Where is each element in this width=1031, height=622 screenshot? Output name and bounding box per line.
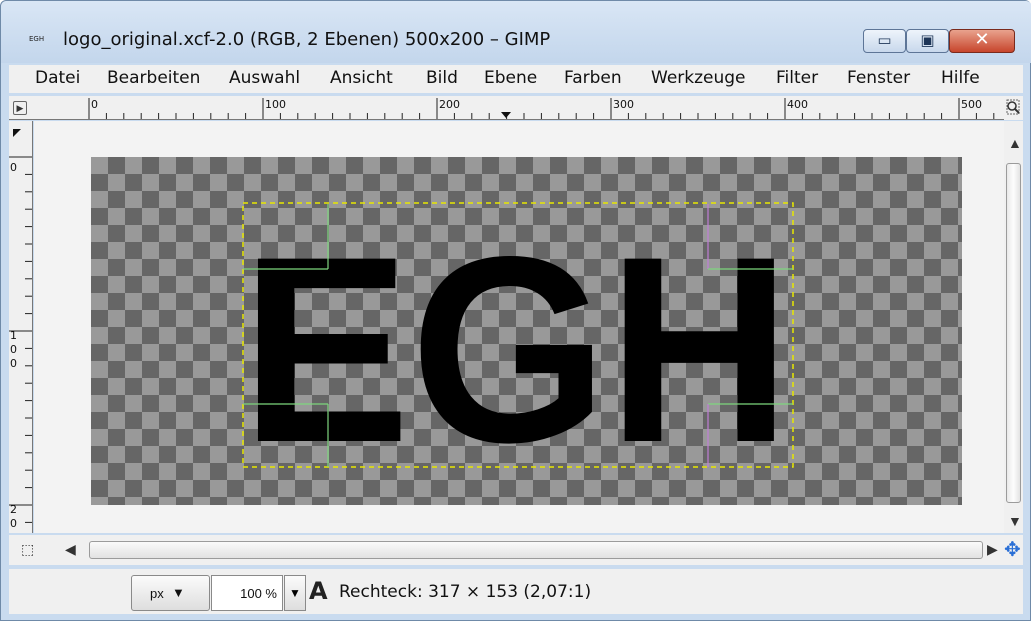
gimp-window: EGH logo_original.xcf-2.0 (RGB, 2 Ebenen… xyxy=(0,0,1031,621)
vertical-scrollbar[interactable]: ▲ ▼ xyxy=(1004,121,1023,533)
cross-arrows-icon[interactable]: ✥ xyxy=(1004,537,1021,562)
horizontal-scrollbar[interactable] xyxy=(89,541,983,559)
unit-value: px xyxy=(150,586,164,601)
horizontal-scroll-row: ⬚ ◀ ▶ ✥ xyxy=(9,535,1023,565)
scroll-up-icon[interactable]: ▲ xyxy=(1008,135,1022,151)
status-message: Rechteck: 317 × 153 (2,07:1) xyxy=(339,582,592,602)
zoom-dropdown-button[interactable]: ▼ xyxy=(284,575,306,611)
image-content: EGH xyxy=(241,202,794,498)
status-bar: px ▼ 100 % ▼ A Rechteck: 317 × 153 (2,07… xyxy=(9,569,1023,614)
vertical-scroll-thumb[interactable] xyxy=(1006,163,1021,503)
horizontal-scroll-thumb[interactable] xyxy=(89,541,983,559)
chevron-down-icon: ▼ xyxy=(172,585,185,600)
text-tool-icon: A xyxy=(309,577,328,605)
zoom-field[interactable]: 100 % xyxy=(211,575,283,611)
scroll-right-icon[interactable]: ▶ xyxy=(987,541,998,558)
scroll-down-icon[interactable]: ▼ xyxy=(1008,513,1022,529)
dotted-rect-icon[interactable]: ⬚ xyxy=(21,541,34,558)
scroll-left-icon[interactable]: ◀ xyxy=(65,541,76,558)
unit-selector[interactable]: px ▼ xyxy=(131,575,210,611)
